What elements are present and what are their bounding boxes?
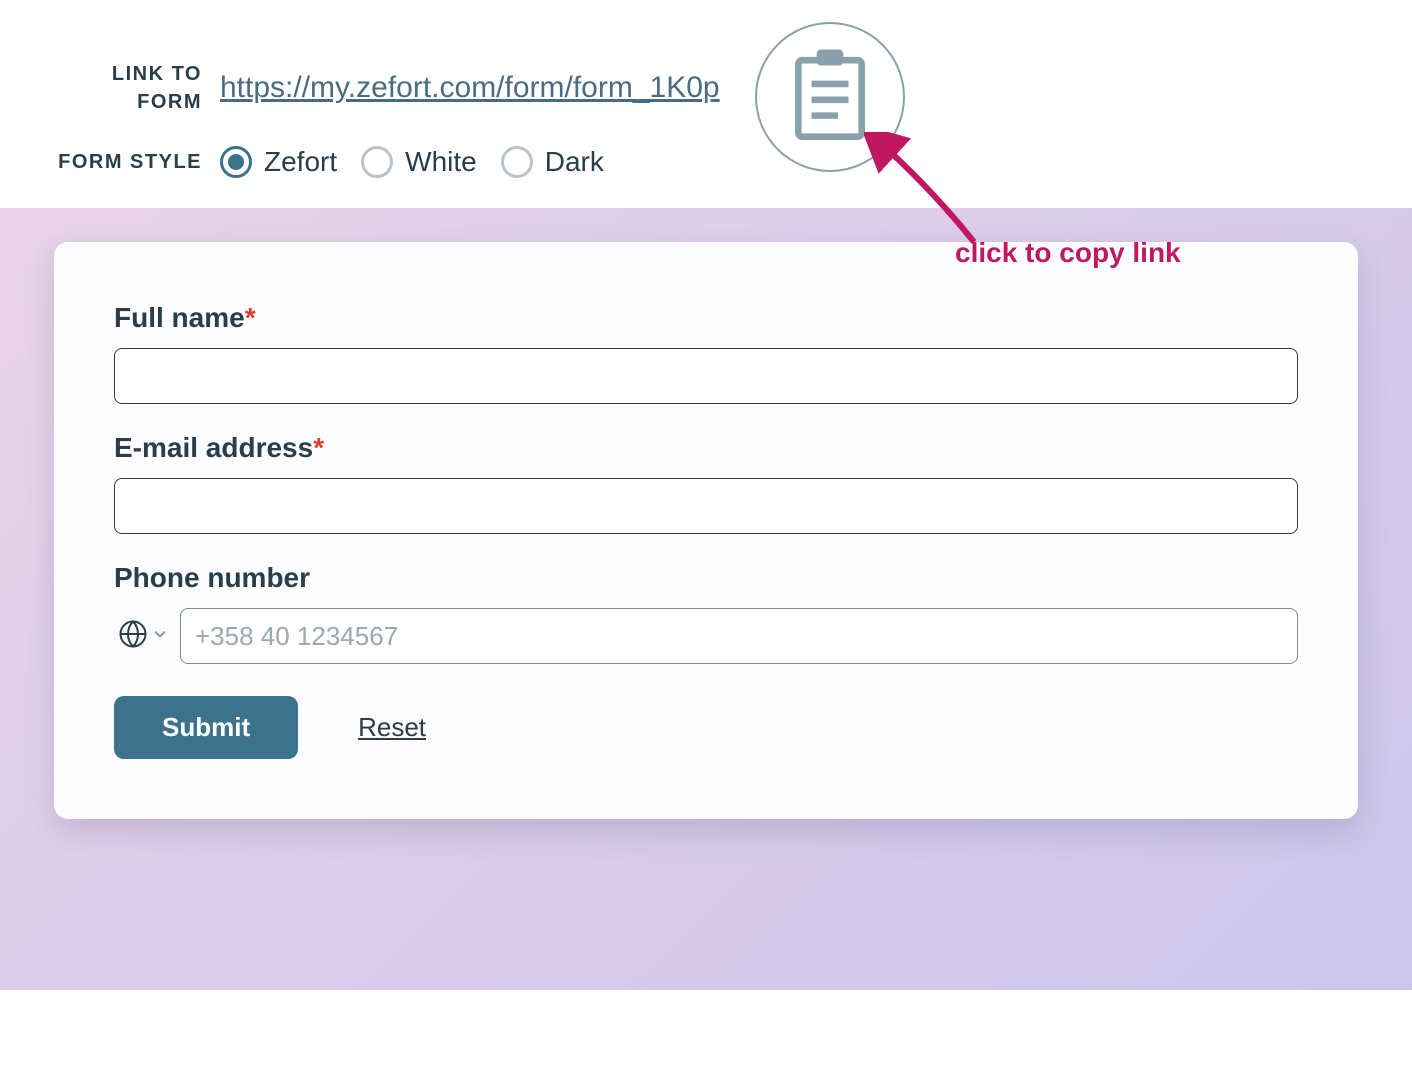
label-text: Full name — [114, 302, 245, 333]
style-option-white[interactable]: White — [361, 146, 477, 178]
email-label: E-mail address* — [114, 432, 1298, 464]
required-indicator: * — [245, 302, 256, 333]
field-fullname: Full name* — [114, 302, 1298, 404]
radio-label: White — [405, 146, 477, 178]
field-phone: Phone number — [114, 562, 1298, 664]
radio-icon — [501, 146, 533, 178]
clipboard-icon — [790, 47, 870, 147]
chevron-down-icon — [154, 627, 166, 645]
form-preview-area: Full name* E-mail address* Phone number — [0, 208, 1412, 990]
radio-icon — [220, 146, 252, 178]
radio-label: Dark — [545, 146, 604, 178]
style-row: FORM STYLE Zefort White Dark — [40, 146, 1372, 178]
phone-label: Phone number — [114, 562, 1298, 594]
link-to-form-label: LINK TO FORM — [40, 60, 220, 116]
style-option-dark[interactable]: Dark — [501, 146, 604, 178]
annotation-text: click to copy link — [955, 237, 1181, 269]
form-actions: Submit Reset — [114, 696, 1298, 759]
globe-icon — [118, 619, 148, 654]
style-option-zefort[interactable]: Zefort — [220, 146, 337, 178]
style-radio-group: Zefort White Dark — [220, 146, 604, 178]
form-card: Full name* E-mail address* Phone number — [54, 242, 1358, 819]
field-email: E-mail address* — [114, 432, 1298, 534]
reset-button[interactable]: Reset — [358, 712, 426, 743]
radio-label: Zefort — [264, 146, 337, 178]
submit-button[interactable]: Submit — [114, 696, 298, 759]
fullname-label: Full name* — [114, 302, 1298, 334]
form-style-label: FORM STYLE — [40, 148, 220, 176]
required-indicator: * — [313, 432, 324, 463]
fullname-input[interactable] — [114, 348, 1298, 404]
copy-link-button[interactable] — [755, 22, 905, 172]
phone-input[interactable] — [180, 608, 1298, 664]
email-input[interactable] — [114, 478, 1298, 534]
country-code-picker[interactable] — [114, 619, 170, 654]
label-text: E-mail address — [114, 432, 313, 463]
radio-icon — [361, 146, 393, 178]
form-link[interactable]: https://my.zefort.com/form/form_1K0p — [220, 71, 720, 105]
settings-panel: LINK TO FORM https://my.zefort.com/form/… — [0, 0, 1412, 178]
link-row: LINK TO FORM https://my.zefort.com/form/… — [40, 60, 1372, 116]
